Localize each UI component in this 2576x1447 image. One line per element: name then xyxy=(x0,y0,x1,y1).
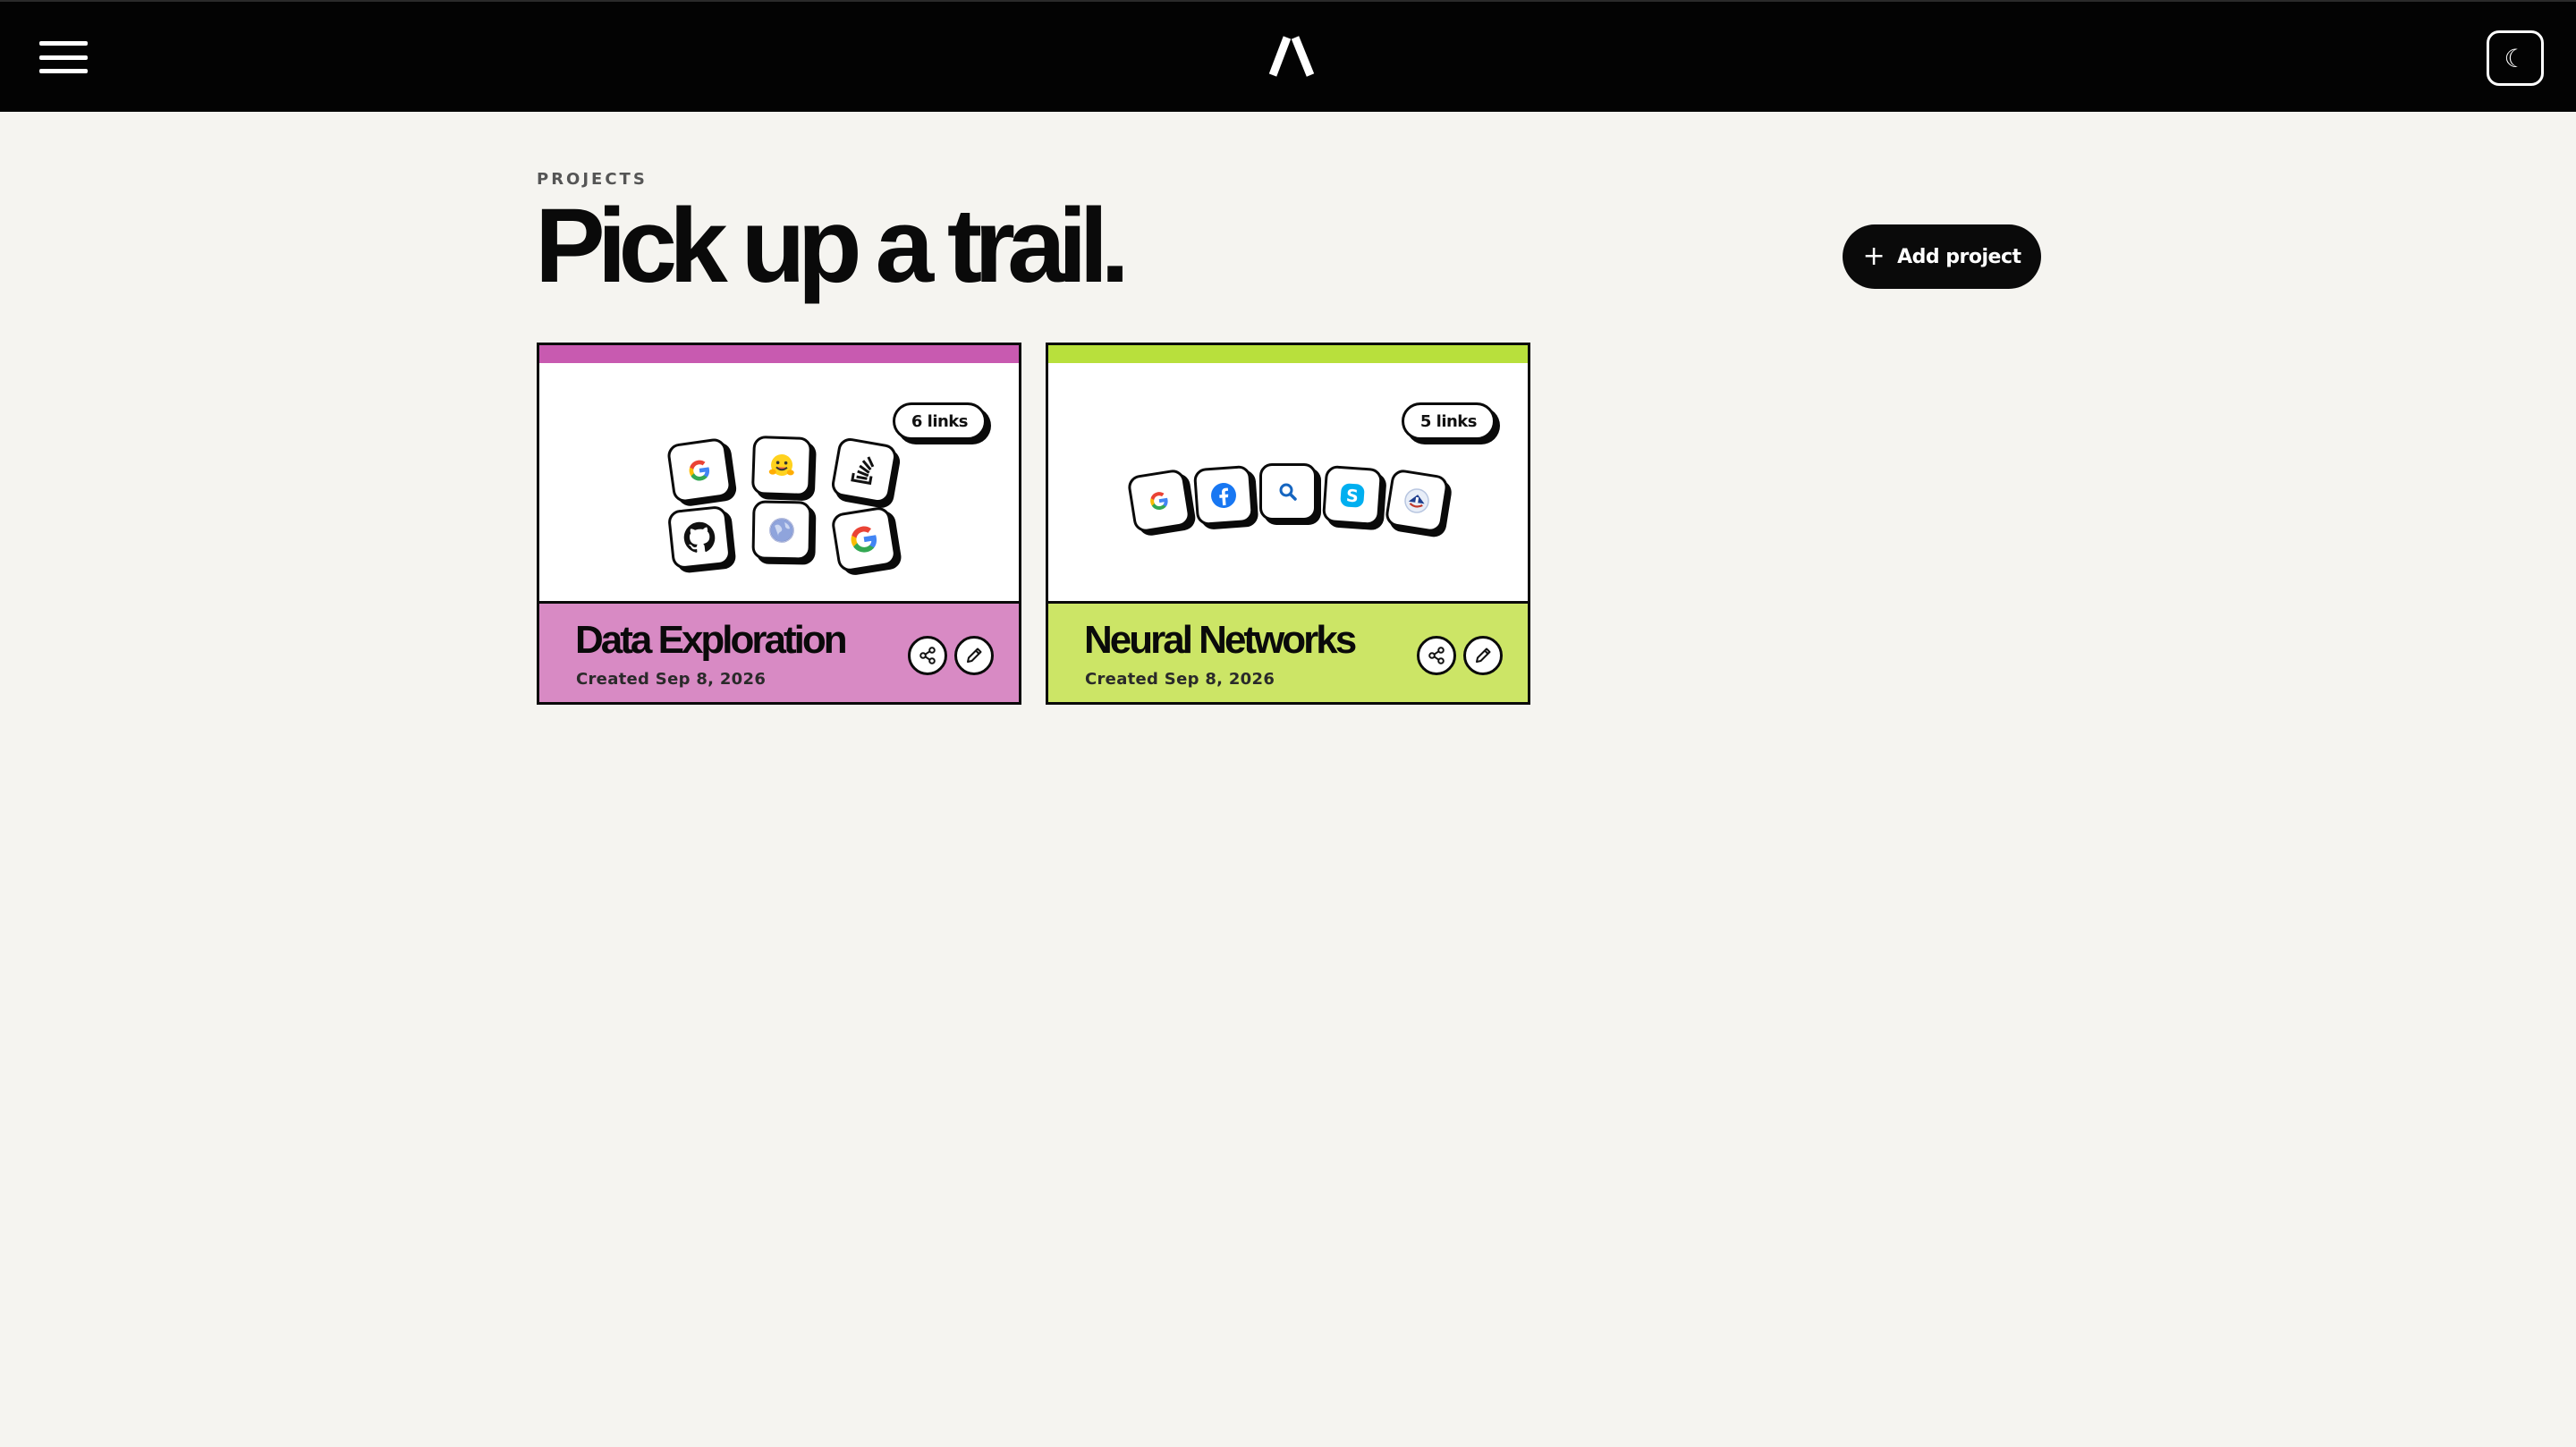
project-created-date: Created Sep 8, 2026 xyxy=(1085,670,1275,689)
card-color-stripe xyxy=(539,345,1019,363)
facebook-icon[interactable] xyxy=(1192,464,1255,527)
menu-line xyxy=(39,69,88,73)
project-card-data-exploration[interactable]: 6 links Data Exploration Created Sep 8, … xyxy=(537,343,1021,705)
svg-text:S: S xyxy=(1345,487,1359,507)
search-icon[interactable] xyxy=(1259,463,1317,520)
edit-button[interactable] xyxy=(1463,636,1503,675)
share-button[interactable] xyxy=(908,636,947,675)
page-title: Pick up a trail. xyxy=(535,187,1130,305)
add-project-button[interactable]: + Add project xyxy=(1843,224,2041,289)
card-preview: 6 links xyxy=(539,363,1019,601)
github-icon[interactable] xyxy=(666,504,733,571)
moon-icon: ☾ xyxy=(2504,43,2527,73)
google-icon[interactable] xyxy=(665,436,733,504)
pencil-icon xyxy=(967,647,982,663)
globe-icon[interactable] xyxy=(751,500,812,561)
section-eyebrow: PROJECTS xyxy=(537,170,648,189)
google-icon[interactable] xyxy=(1126,468,1192,534)
project-created-date: Created Sep 8, 2026 xyxy=(576,670,767,689)
top-bar: ☾ xyxy=(0,0,2576,112)
share-button[interactable] xyxy=(1417,636,1456,675)
card-preview: 5 links S xyxy=(1048,363,1528,601)
menu-line xyxy=(39,55,88,60)
link-count-badge: 6 links xyxy=(892,402,987,440)
project-title[interactable]: Data Exploration xyxy=(575,618,848,663)
menu-line xyxy=(39,41,88,46)
link-count-badge: 5 links xyxy=(1401,402,1496,440)
card-footer: Neural Networks Created Sep 8, 2026 xyxy=(1048,601,1528,702)
stackoverflow-icon[interactable] xyxy=(829,436,899,505)
project-title[interactable]: Neural Networks xyxy=(1084,618,1357,663)
add-project-label: Add project xyxy=(1897,245,2021,268)
google-icon[interactable] xyxy=(830,505,898,573)
share-icon xyxy=(1428,647,1445,664)
card-footer: Data Exploration Created Sep 8, 2026 xyxy=(539,601,1019,702)
skype-icon[interactable]: S xyxy=(1321,464,1384,527)
plus-icon: + xyxy=(1862,241,1885,272)
theme-toggle-button[interactable]: ☾ xyxy=(2487,30,2544,86)
card-color-stripe xyxy=(1048,345,1528,363)
edit-button[interactable] xyxy=(954,636,994,675)
project-card-neural-networks[interactable]: 5 links S Neural Networks Created Sep 8,… xyxy=(1046,343,1530,705)
pencil-icon xyxy=(1476,647,1491,663)
app-logo-icon[interactable] xyxy=(1266,34,1319,79)
huggingface-icon[interactable] xyxy=(750,435,813,497)
share-icon xyxy=(919,647,936,664)
site-icon[interactable] xyxy=(1384,468,1450,534)
hamburger-menu-icon[interactable] xyxy=(36,36,91,79)
